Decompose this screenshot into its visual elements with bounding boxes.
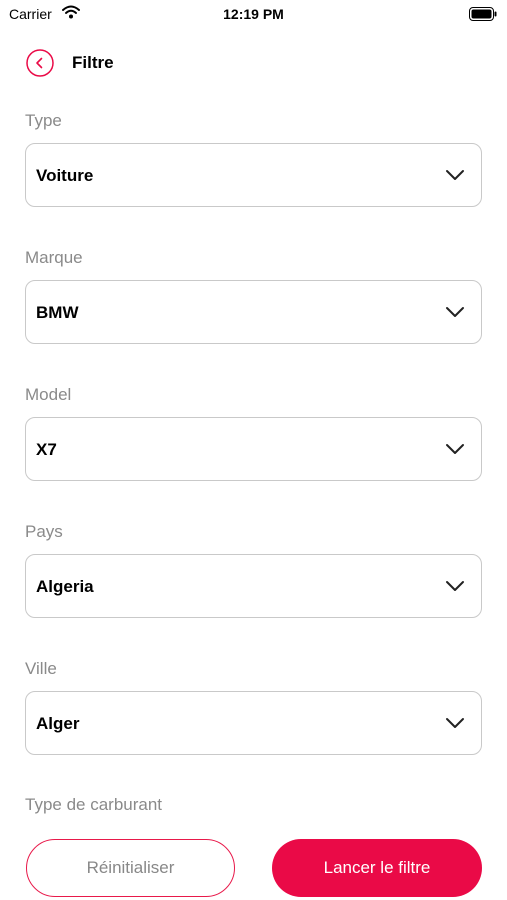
apply-filter-button[interactable]: Lancer le filtre — [272, 839, 482, 897]
city-label: Ville — [25, 659, 57, 678]
battery-icon — [469, 7, 497, 26]
city-select[interactable]: Alger — [25, 691, 482, 755]
fuel-type-label: Type de carburant — [25, 795, 163, 814]
type-field: Type Voiture — [25, 110, 482, 207]
status-bar: Carrier 12:19 PM — [0, 0, 507, 30]
page-title: Filtre — [72, 53, 114, 72]
header: Filtre — [0, 45, 507, 81]
back-chevron-icon — [26, 49, 54, 77]
country-label: Pays — [25, 522, 63, 541]
chevron-down-icon — [446, 307, 464, 317]
country-field: Pays Algeria — [25, 521, 482, 618]
chevron-down-icon — [446, 581, 464, 591]
brand-label: Marque — [25, 248, 83, 267]
chevron-down-icon — [446, 718, 464, 728]
type-label: Type — [25, 111, 62, 130]
brand-value: BMW — [36, 303, 79, 322]
type-value: Voiture — [36, 166, 94, 185]
back-button[interactable] — [26, 49, 54, 77]
brand-field: Marque BMW — [25, 247, 482, 344]
status-time: 12:19 PM — [223, 6, 284, 22]
city-value: Alger — [36, 714, 80, 733]
chevron-down-icon — [446, 444, 464, 454]
model-field: Model X7 — [25, 384, 482, 481]
type-select[interactable]: Voiture — [25, 143, 482, 207]
reset-button[interactable]: Réinitialiser — [26, 839, 235, 897]
country-select[interactable]: Algeria — [25, 554, 482, 618]
brand-select[interactable]: BMW — [25, 280, 482, 344]
country-value: Algeria — [36, 577, 94, 596]
model-value: X7 — [36, 440, 57, 459]
city-field: Ville Alger — [25, 658, 482, 755]
model-select[interactable]: X7 — [25, 417, 482, 481]
model-label: Model — [25, 385, 72, 404]
chevron-down-icon — [446, 170, 464, 180]
